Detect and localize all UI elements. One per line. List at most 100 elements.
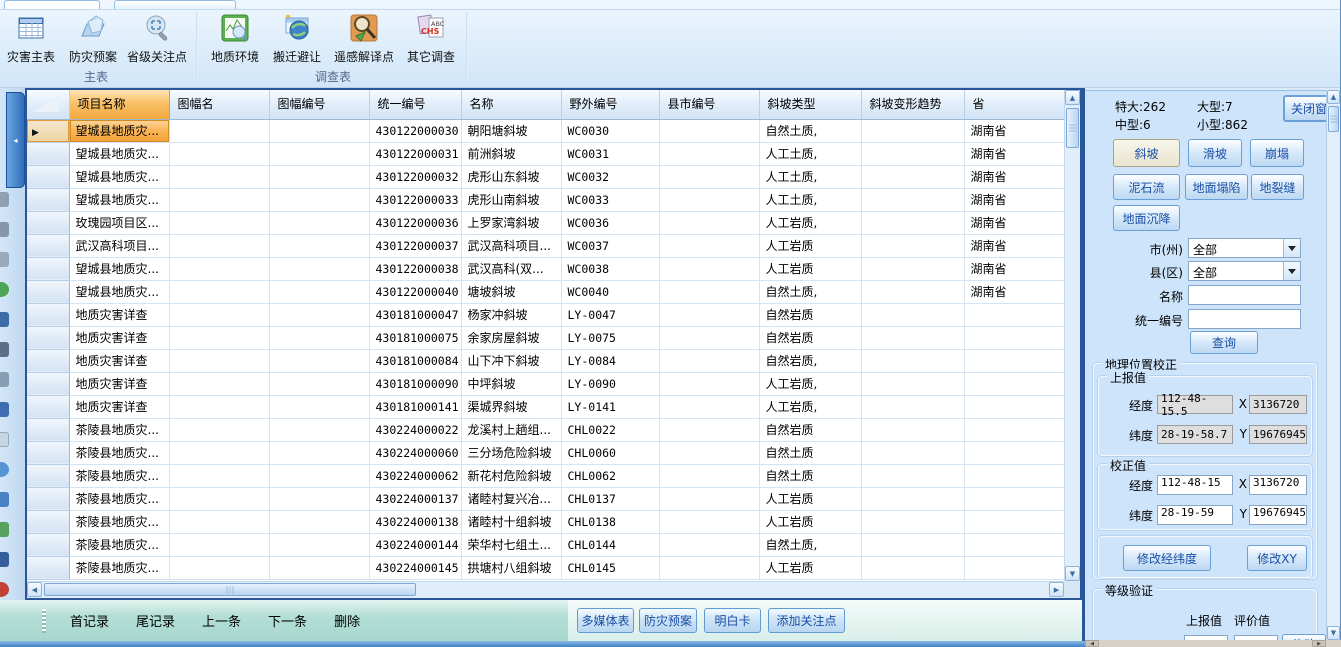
- table-cell[interactable]: WC0038: [561, 257, 659, 280]
- provincial-focus-points-button[interactable]: 省级关注点: [124, 11, 190, 73]
- table-cell[interactable]: 430224000138: [369, 510, 461, 533]
- add-focus-point-button[interactable]: 添加关注点: [768, 608, 845, 633]
- table-cell[interactable]: 诸睦村十组斜坡: [461, 510, 561, 533]
- table-cell[interactable]: 地质灾害详查: [69, 303, 169, 326]
- table-cell[interactable]: 杨家冲斜坡: [461, 303, 561, 326]
- table-cell[interactable]: 武汉高科(双...: [461, 257, 561, 280]
- table-cell[interactable]: [169, 303, 269, 326]
- corrected-lon-input[interactable]: 112-48-15: [1157, 475, 1233, 495]
- table-cell[interactable]: 430224000145: [369, 556, 461, 579]
- table-cell[interactable]: 望城县地质灾...: [69, 142, 169, 165]
- table-cell[interactable]: 望城县地质灾...: [69, 165, 169, 188]
- table-cell[interactable]: [964, 303, 1064, 326]
- table-cell[interactable]: [659, 441, 759, 464]
- table-cell[interactable]: 山下冲下斜坡: [461, 349, 561, 372]
- corrected-lat-input[interactable]: 28-19-59: [1157, 505, 1233, 525]
- query-button[interactable]: 查询: [1190, 331, 1258, 354]
- table-cell[interactable]: [269, 303, 369, 326]
- table-cell[interactable]: 自然岩质: [759, 303, 861, 326]
- table-cell[interactable]: [169, 349, 269, 372]
- city-select[interactable]: 全部: [1188, 238, 1301, 258]
- row-selector[interactable]: [27, 257, 69, 280]
- table-row[interactable]: 望城县地质灾...430122000032虎形山东斜坡WC0032人工土质,湖南…: [27, 165, 1064, 188]
- table-cell[interactable]: [659, 372, 759, 395]
- table-cell[interactable]: 茶陵县地质灾...: [69, 464, 169, 487]
- table-cell[interactable]: [964, 349, 1064, 372]
- table-cell[interactable]: [169, 441, 269, 464]
- row-selector[interactable]: [27, 211, 69, 234]
- row-selector[interactable]: [27, 510, 69, 533]
- corrected-y-input[interactable]: 19676945: [1249, 505, 1307, 525]
- table-vertical-scrollbar[interactable]: ▲ ▼: [1064, 90, 1080, 581]
- scroll-up-icon[interactable]: ▲: [1327, 90, 1340, 104]
- table-cell[interactable]: [269, 211, 369, 234]
- table-cell[interactable]: 人工岩质: [759, 234, 861, 257]
- table-cell[interactable]: [964, 533, 1064, 556]
- table-cell[interactable]: 拱塘村八组斜坡: [461, 556, 561, 579]
- table-cell[interactable]: [964, 418, 1064, 441]
- table-cell[interactable]: [169, 510, 269, 533]
- table-cell[interactable]: 430122000031: [369, 142, 461, 165]
- table-row[interactable]: 玫瑰园项目区...430122000036上罗家湾斜坡WC0036人工岩质,湖南…: [27, 211, 1064, 234]
- table-cell[interactable]: 430181000084: [369, 349, 461, 372]
- table-cell[interactable]: [659, 280, 759, 303]
- table-cell[interactable]: [269, 349, 369, 372]
- table-cell[interactable]: 人工岩质,: [759, 372, 861, 395]
- table-cell[interactable]: 430122000036: [369, 211, 461, 234]
- table-cell[interactable]: [861, 211, 964, 234]
- table-cell[interactable]: [861, 395, 964, 418]
- table-row[interactable]: 望城县地质灾...430122000038武汉高科(双...WC0038人工岩质…: [27, 257, 1064, 280]
- panel-horizontal-scrollbar[interactable]: ◀ ▶: [1085, 640, 1341, 647]
- table-row[interactable]: 望城县地质灾...430122000040塘坡斜坡WC0040自然土质,湖南省: [27, 280, 1064, 303]
- next-record-link[interactable]: 下一条: [268, 611, 307, 630]
- horizontal-scroll-thumb[interactable]: [44, 583, 416, 596]
- table-cell[interactable]: [659, 165, 759, 188]
- table-cell[interactable]: CHL0145: [561, 556, 659, 579]
- table-cell[interactable]: 茶陵县地质灾...: [69, 510, 169, 533]
- row-selector[interactable]: [27, 326, 69, 349]
- unified-code-input[interactable]: [1188, 309, 1301, 329]
- row-selector[interactable]: [27, 234, 69, 257]
- table-cell[interactable]: 望城县地质灾...: [69, 280, 169, 303]
- table-cell[interactable]: [269, 165, 369, 188]
- left-toolbar-icon[interactable]: [0, 192, 9, 207]
- table-row[interactable]: 武汉高科项目...430122000037武汉高科项目...WC0037人工岩质…: [27, 234, 1064, 257]
- table-cell[interactable]: [659, 533, 759, 556]
- table-cell[interactable]: 430224000137: [369, 487, 461, 510]
- table-cell[interactable]: [269, 234, 369, 257]
- geo-environment-button[interactable]: 地质环境: [204, 11, 266, 73]
- row-selector[interactable]: ▶: [27, 119, 69, 142]
- table-cell[interactable]: [269, 533, 369, 556]
- table-cell[interactable]: 430122000033: [369, 188, 461, 211]
- table-cell[interactable]: [659, 395, 759, 418]
- chevron-down-icon[interactable]: [1283, 262, 1300, 280]
- table-cell[interactable]: [659, 142, 759, 165]
- table-cell[interactable]: LY-0047: [561, 303, 659, 326]
- table-cell[interactable]: 望城县地质灾...: [69, 119, 169, 142]
- table-cell[interactable]: 430122000040: [369, 280, 461, 303]
- scroll-right-icon[interactable]: ▶: [1049, 582, 1064, 597]
- table-cell[interactable]: 自然岩质: [759, 418, 861, 441]
- table-row[interactable]: 望城县地质灾...430122000033虎形山南斜坡WC0033人工土质,湖南…: [27, 188, 1064, 211]
- table-cell[interactable]: [269, 510, 369, 533]
- table-cell[interactable]: [169, 211, 269, 234]
- table-cell[interactable]: 自然土质: [759, 464, 861, 487]
- left-toolbar-icon[interactable]: [0, 372, 9, 387]
- table-cell[interactable]: [169, 326, 269, 349]
- column-header[interactable]: 名称: [461, 90, 561, 119]
- table-cell[interactable]: WC0030: [561, 119, 659, 142]
- scroll-right-icon[interactable]: ▶: [1312, 640, 1326, 647]
- chevron-down-icon[interactable]: [1283, 239, 1300, 257]
- table-cell[interactable]: CHL0137: [561, 487, 659, 510]
- table-cell[interactable]: [659, 257, 759, 280]
- table-cell[interactable]: 地质灾害详查: [69, 326, 169, 349]
- column-header[interactable]: 县市编号: [659, 90, 759, 119]
- column-header[interactable]: 图幅编号: [269, 90, 369, 119]
- table-horizontal-scrollbar[interactable]: ◀ ▶: [27, 581, 1064, 598]
- table-row[interactable]: 茶陵县地质灾...430224000138诸睦村十组斜坡CHL0138人工岩质: [27, 510, 1064, 533]
- table-cell[interactable]: [169, 188, 269, 211]
- table-cell[interactable]: 人工土质,: [759, 165, 861, 188]
- modify-xy-button[interactable]: 修改XY: [1247, 545, 1307, 571]
- table-cell[interactable]: [964, 556, 1064, 579]
- table-cell[interactable]: [269, 257, 369, 280]
